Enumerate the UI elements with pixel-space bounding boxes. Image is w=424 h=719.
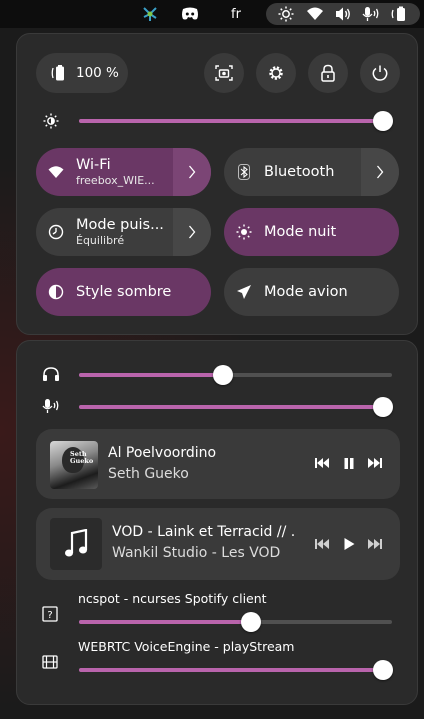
power-mode-value: Équilibré [76, 234, 125, 247]
slider-knob[interactable] [241, 612, 261, 632]
bluetooth-toggle[interactable]: Bluetooth [224, 148, 399, 196]
track-artist: Wankil Studio - Les VOD [112, 545, 281, 561]
night-light-icon [236, 224, 252, 240]
slider-knob[interactable] [373, 111, 393, 131]
power-mode-icon [48, 224, 64, 240]
power-icon [372, 65, 388, 81]
stream-label: ncspot - ncurses Spotify client [78, 591, 267, 606]
svg-text:?: ? [47, 610, 52, 621]
track-artist: Seth Gueko [108, 466, 189, 482]
wifi-toggle[interactable]: Wi-Fi freebox_WIE... [36, 148, 211, 196]
music-note-icon [50, 518, 102, 570]
night-mode-toggle[interactable]: Mode nuit [224, 208, 399, 256]
dark-style-icon [48, 284, 64, 300]
output-volume-slider[interactable] [79, 365, 392, 385]
previous-track-button[interactable] [311, 533, 333, 555]
bluetooth-icon [238, 164, 250, 180]
track-title: VOD - Laink et Terracid // ... [112, 524, 294, 540]
brightness-slider[interactable] [79, 111, 393, 131]
previous-icon [315, 458, 329, 468]
top-bar: fr [0, 0, 424, 28]
slider-fill [79, 620, 251, 624]
brightness-icon [42, 112, 60, 130]
lock-button[interactable] [308, 53, 348, 93]
track-title: Al Poelvoordino [108, 445, 217, 461]
media-player-card[interactable]: VOD - Laink et Terracid // ... Wankil St… [36, 508, 400, 580]
previous-icon [315, 539, 329, 549]
bluetooth-label: Bluetooth [264, 164, 335, 180]
airplane-mode-toggle[interactable]: Mode avion [224, 268, 399, 316]
settings-button[interactable] [256, 53, 296, 93]
album-art: Seth Gueko [50, 441, 98, 489]
wifi-network-name: freebox_WIE... [76, 174, 155, 187]
airplane-mode-label: Mode avion [264, 284, 348, 300]
brightness-icon [278, 6, 294, 22]
gear-icon [269, 66, 283, 80]
kde-connect-icon[interactable] [139, 4, 161, 24]
power-mode-menu-button[interactable] [173, 208, 211, 256]
slider-knob[interactable] [213, 365, 233, 385]
bluetooth-menu-button[interactable] [361, 148, 399, 196]
dark-style-label: Style sombre [76, 284, 172, 300]
chevron-right-icon [377, 165, 384, 179]
battery-status-button[interactable]: 100 % [36, 53, 128, 93]
language-indicator[interactable]: fr [226, 4, 246, 24]
dark-style-toggle[interactable]: Style sombre [36, 268, 211, 316]
film-icon [41, 653, 59, 671]
slider-knob[interactable] [373, 660, 393, 680]
screenshot-icon [215, 65, 233, 81]
input-volume-slider[interactable] [79, 397, 393, 417]
wifi-label: Wi-Fi [76, 157, 111, 173]
battery-percentage: 100 % [76, 65, 119, 81]
pause-icon [344, 457, 354, 469]
chevron-right-icon [189, 225, 196, 239]
battery-icon [51, 65, 64, 81]
screenshot-button[interactable] [204, 53, 244, 93]
battery-icon [391, 6, 405, 21]
night-mode-label: Mode nuit [264, 224, 337, 240]
power-mode-label: Mode puis... [76, 217, 164, 233]
play-icon [344, 538, 354, 550]
slider-fill [79, 405, 383, 409]
next-track-button[interactable] [364, 452, 386, 474]
quick-settings-panel: 100 % Wi-Fi freebox_WIE... Bluetooth Mod… [16, 33, 418, 335]
wifi-icon [48, 166, 64, 178]
airplane-icon [237, 285, 251, 299]
unknown-app-icon: ? [41, 605, 59, 623]
album-art-text: Seth Gueko [70, 450, 94, 465]
wifi-icon [307, 7, 323, 20]
wifi-menu-button[interactable] [173, 148, 211, 196]
slider-fill [79, 668, 383, 672]
stream-label: WEBRTC VoiceEngine - playStream [78, 639, 295, 654]
headphones-icon [41, 365, 61, 383]
power-button[interactable] [360, 53, 400, 93]
microphone-icon [362, 7, 379, 21]
discord-icon[interactable] [178, 4, 202, 24]
lock-icon [321, 64, 335, 82]
system-status-menu[interactable] [266, 3, 420, 25]
play-button[interactable] [338, 533, 360, 555]
next-icon [368, 539, 382, 549]
power-mode-toggle[interactable]: Mode puis... Équilibré [36, 208, 211, 256]
previous-track-button[interactable] [311, 452, 333, 474]
slider-fill [79, 373, 223, 377]
chevron-right-icon [189, 165, 196, 179]
slider-knob[interactable] [373, 397, 393, 417]
next-track-button[interactable] [364, 533, 386, 555]
stream-volume-slider[interactable] [79, 612, 392, 632]
media-player-card[interactable]: Seth Gueko Al Poelvoordino Seth Gueko [36, 429, 400, 499]
volume-icon [336, 7, 350, 21]
microphone-icon [41, 397, 61, 415]
slider-fill [79, 119, 383, 123]
audio-media-panel: Seth Gueko Al Poelvoordino Seth Gueko VO… [16, 340, 418, 705]
next-icon [368, 458, 382, 468]
stream-volume-slider[interactable] [79, 660, 393, 680]
pause-button[interactable] [338, 452, 360, 474]
